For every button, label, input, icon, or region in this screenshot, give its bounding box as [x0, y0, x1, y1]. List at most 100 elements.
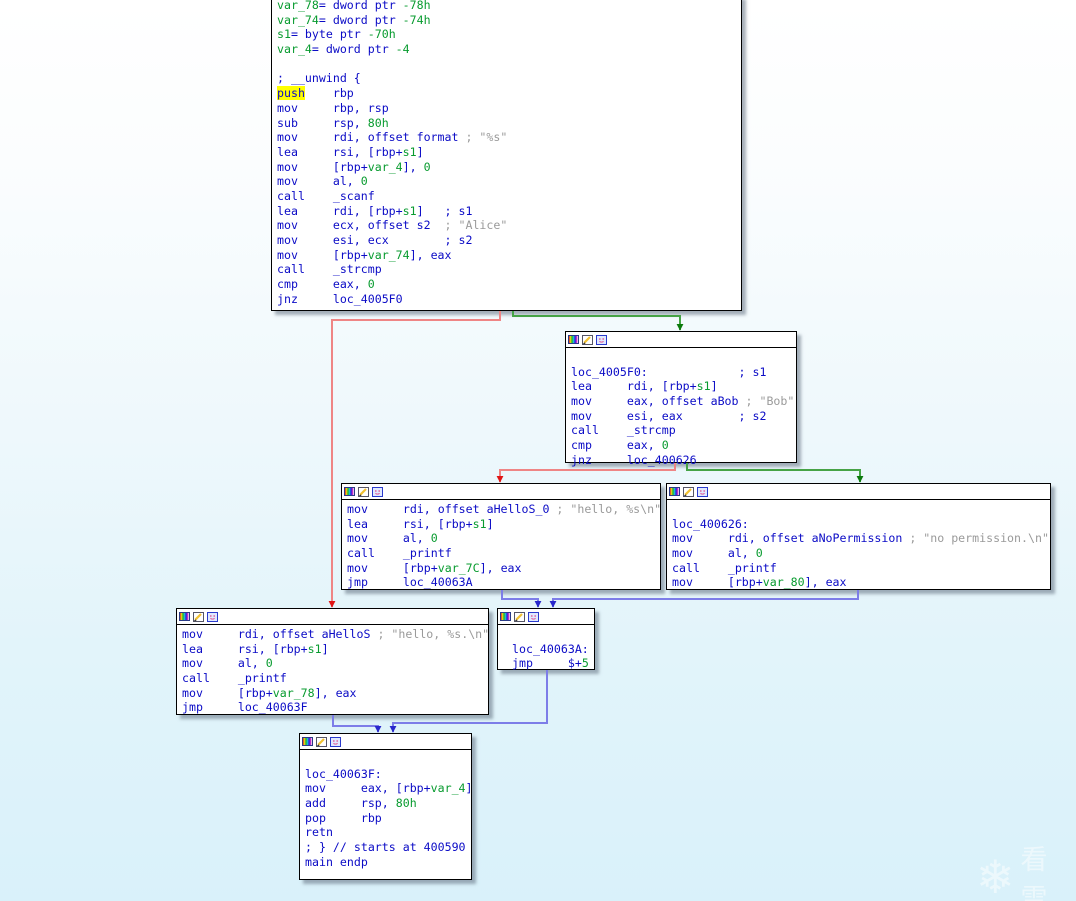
node-code: loc_40063F:mov eax, [rbp+var_4]add rsp, … [300, 750, 471, 870]
asm-segment: ], eax [479, 560, 522, 575]
asm-line: mov [rbp+var_7C], eax [347, 561, 660, 576]
asm-line: mov [rbp+var_78], eax [182, 686, 488, 701]
node-color-icon[interactable] [302, 737, 313, 746]
asm-segment: mov rbp, rsp [277, 100, 389, 115]
asm-segment: s1 [307, 641, 322, 656]
node-frame-icon[interactable] [697, 487, 708, 497]
graph-node-hello_s_0[interactable]: mov rdi, offset aHelloS_0 ; "hello, %s\n… [341, 483, 661, 590]
asm-segment: ], eax [804, 575, 847, 590]
asm-segment: sub rsp, [277, 115, 368, 130]
node-color-icon[interactable] [669, 487, 680, 496]
asm-segment: mov al, [672, 546, 756, 561]
asm-line: call _strcmp [277, 262, 741, 277]
asm-segment: rbp [304, 86, 354, 101]
watermark-text: 看雪 [1020, 845, 1053, 901]
asm-line: sub rsp, 80h [277, 116, 741, 131]
node-color-icon[interactable] [500, 612, 511, 621]
asm-segment: call _strcmp [571, 423, 676, 438]
asm-segment: jmp loc_40063A [347, 575, 473, 590]
asm-segment: s1 [277, 27, 291, 42]
asm-segment: ], eax [314, 685, 357, 700]
node-color-icon[interactable] [568, 335, 579, 344]
graph-node-loc_40063A[interactable]: loc_40063A: jmp $+5 [497, 608, 595, 670]
asm-segment: var_4 [430, 781, 466, 796]
graph-node-entry[interactable]: var_78= dword ptr -78h var_74= dword ptr … [271, 0, 742, 311]
asm-line: ; } // starts at 400590 [305, 840, 471, 855]
asm-line: main endp [305, 855, 471, 870]
asm-segment: s1 [472, 516, 487, 531]
node-edit-icon[interactable] [683, 487, 694, 497]
asm-segment: mov [rbp+ [277, 159, 368, 174]
graph-node-loc_4005F0[interactable]: loc_4005F0: ; s1 lea rdi, [rbp+s1] mov eax… [565, 331, 797, 467]
asm-segment: retn [305, 825, 333, 840]
asm-line: mov rdi, offset aHelloS_0 ; "hello, %s\n… [347, 502, 660, 517]
node-frame-icon[interactable] [596, 335, 607, 345]
node-frame-icon[interactable] [207, 612, 218, 622]
node-frame-icon[interactable] [330, 737, 341, 747]
asm-line: mov [rbp+var_80], eax [672, 575, 1050, 590]
asm-line: call _scanf [277, 189, 741, 204]
node-edit-icon[interactable] [582, 335, 593, 345]
node-header[interactable] [342, 484, 660, 500]
asm-line: mov eax, offset aBob ; "Bob" [571, 394, 796, 409]
asm-segment: var_4 [367, 159, 403, 174]
node-edit-icon[interactable] [358, 487, 369, 497]
node-header[interactable] [177, 609, 488, 625]
asm-segment: cmp eax, [571, 438, 662, 453]
asm-segment: = dword ptr [318, 0, 403, 12]
asm-line: call _printf [347, 546, 660, 561]
asm-segment: loc_40063F: [305, 766, 382, 781]
graph-node-loc_40063F[interactable]: loc_40063F:mov eax, [rbp+var_4]add rsp, … [299, 733, 472, 880]
asm-segment: mov [rbp+ [347, 560, 438, 575]
node-edit-icon[interactable] [316, 737, 327, 747]
node-code: mov rdi, offset aHelloS ; "hello, %s.\n"… [177, 625, 488, 715]
node-header[interactable] [566, 332, 796, 348]
asm-segment: var_74 [367, 247, 410, 262]
asm-segment: 80h [367, 115, 389, 130]
asm-segment: ; "hello, %s.\n" [370, 627, 488, 641]
asm-segment: -70h [367, 27, 396, 42]
asm-line: var_74= dword ptr -74h [277, 13, 741, 28]
graph-node-hello_s[interactable]: mov rdi, offset aHelloS ; "hello, %s.\n"… [176, 608, 489, 715]
node-color-icon[interactable] [179, 612, 190, 621]
asm-line: call _strcmp [571, 423, 796, 438]
graph-canvas[interactable]: ❄ 看雪 var_78= dword ptr -78h var_74= dword… [0, 0, 1076, 901]
asm-line: add rsp, 80h [305, 796, 471, 811]
asm-segment: 0 [360, 174, 368, 189]
asm-segment: ] [486, 516, 494, 531]
asm-segment: lea rsi, [rbp+ [347, 516, 473, 531]
asm-line: lea rsi, [rbp+s1] [182, 642, 488, 657]
node-header[interactable] [667, 484, 1050, 500]
asm-segment: mov rdi, offset format [277, 130, 459, 145]
asm-segment: ] [466, 781, 471, 795]
asm-segment: mov al, [347, 531, 431, 546]
graph-node-loc_400626[interactable]: loc_400626: mov rdi, offset aNoPermission… [666, 483, 1051, 590]
asm-segment: 0 [430, 531, 438, 546]
asm-segment: 0 [661, 438, 669, 453]
asm-segment: lea rsi, [rbp+ [182, 641, 308, 656]
asm-segment: 0 [755, 546, 763, 561]
node-color-icon[interactable] [344, 487, 355, 496]
node-edit-icon[interactable] [514, 612, 525, 622]
node-header[interactable] [300, 734, 471, 750]
asm-line: lea rdi, [rbp+s1] ; s1 [277, 204, 741, 219]
asm-line: mov al, 0 [672, 546, 1050, 561]
asm-segment: mov esi, eax ; s2 [571, 408, 767, 423]
asm-line: push rbp [277, 86, 741, 101]
asm-segment: var_80 [762, 575, 805, 590]
asm-line: loc_40063A: [512, 642, 594, 657]
asm-line: mov ecx, offset s2 ; "Alice" [277, 218, 741, 233]
node-header[interactable] [498, 609, 594, 625]
asm-segment: ] [710, 379, 718, 394]
node-edit-icon[interactable] [193, 612, 204, 622]
asm-line: jmp loc_40063A [347, 575, 660, 590]
node-frame-icon[interactable] [372, 487, 383, 497]
asm-segment: ; "Bob" [738, 394, 795, 409]
asm-segment: var_7C [437, 560, 480, 575]
asm-segment: main endp [305, 854, 368, 869]
asm-line: var_78= dword ptr -78h [277, 0, 741, 13]
asm-segment: ; "no permission.\n" [902, 531, 1049, 546]
asm-line: mov esi, ecx ; s2 [277, 233, 741, 248]
flow-edge-green [512, 311, 684, 331]
node-frame-icon[interactable] [528, 612, 539, 622]
